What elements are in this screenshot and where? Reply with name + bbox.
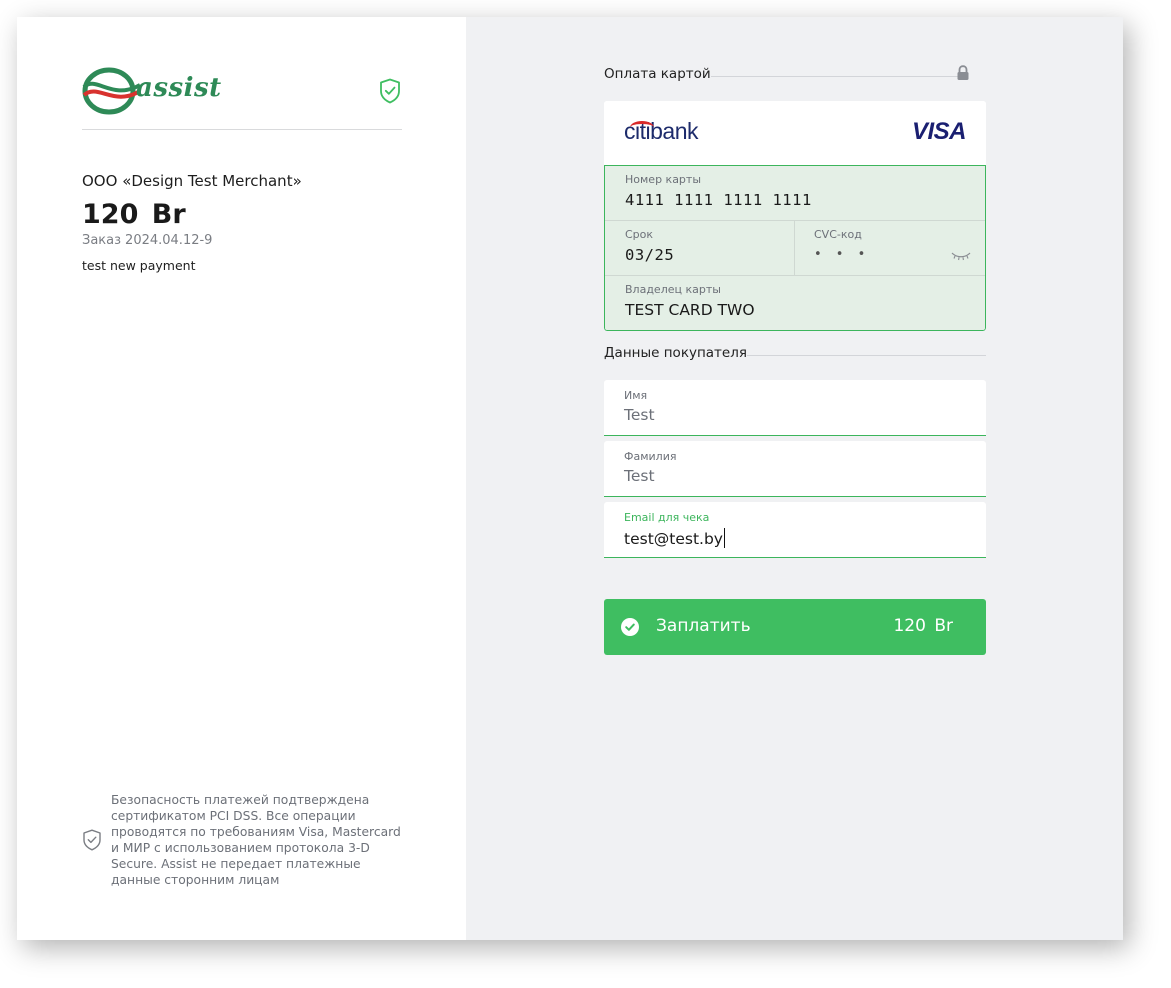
check-circle-icon: [621, 618, 639, 636]
first-name-value: Test: [624, 406, 655, 424]
card-section-title: Оплата картой: [604, 66, 711, 82]
order-description: test new payment: [82, 258, 196, 273]
lock-icon: [956, 65, 970, 81]
expiry-value: 03/25: [625, 246, 675, 264]
cvc-label: CVC-код: [814, 228, 862, 241]
card-fields: Номер карты 4111 1111 1111 1111 Срок 03/…: [604, 165, 986, 331]
bank-logo: citibank: [624, 118, 698, 145]
cvc-field[interactable]: CVC-код • • •: [795, 221, 985, 275]
card-number-value: 4111 1111 1111 1111: [625, 191, 812, 209]
card-brand-logo: VISA: [911, 118, 967, 145]
order-label: Заказ: [82, 233, 122, 248]
text-caret: [723, 528, 725, 548]
expiry-label: Срок: [625, 228, 654, 241]
cvc-value: • • •: [814, 247, 871, 262]
pay-button-amount: 120 Br: [893, 616, 953, 636]
pay-button[interactable]: Заплатить 120 Br: [604, 599, 986, 655]
card-header: citibank VISA: [604, 101, 986, 165]
last-name-field[interactable]: Фамилия Test: [604, 441, 986, 497]
cardholder-label: Владелец карты: [625, 283, 721, 296]
order-number-value: 2024.04.12-9: [125, 233, 213, 248]
last-name-label: Фамилия: [624, 450, 677, 463]
order-panel: assist ООО «Design Test Merchant» 120 Br…: [17, 17, 466, 940]
logo-text: assist: [136, 73, 222, 103]
order-number: Заказ 2024.04.12-9: [82, 233, 212, 248]
first-name-label: Имя: [624, 389, 648, 402]
pay-button-label: Заплатить: [656, 616, 751, 636]
order-amount: 120 Br: [82, 199, 186, 230]
expiry-field[interactable]: Срок 03/25: [605, 221, 793, 275]
security-text: Безопасность платежей подтверждена серти…: [111, 793, 401, 887]
card-number-label: Номер карты: [625, 173, 702, 186]
merchant-name: ООО «Design Test Merchant»: [82, 172, 302, 190]
shield-check-icon: [379, 78, 401, 104]
email-input-value: test@test.by: [624, 528, 725, 548]
security-note: Безопасность платежей подтверждена серти…: [82, 792, 412, 892]
last-name-value: Test: [624, 467, 655, 485]
cardholder-value: TEST CARD TWO: [625, 301, 755, 319]
cardholder-field[interactable]: Владелец карты TEST CARD TWO: [605, 276, 985, 330]
eye-closed-icon[interactable]: [951, 246, 971, 261]
email-field[interactable]: Email для чека test@test.by: [604, 502, 986, 558]
first-name-field[interactable]: Имя Test: [604, 380, 986, 436]
bank-card-form: citibank VISA Номер карты 4111 1111 1111…: [604, 101, 986, 331]
email-value: test@test.by: [624, 530, 723, 548]
section-divider: [711, 76, 963, 77]
buyer-section-title: Данные покупателя: [604, 345, 747, 361]
email-label: Email для чека: [624, 511, 710, 524]
divider: [82, 129, 402, 130]
card-number-field[interactable]: Номер карты 4111 1111 1111 1111: [605, 166, 985, 220]
section-divider: [747, 355, 986, 356]
assist-logo: assist: [82, 67, 221, 115]
shield-check-icon: [82, 829, 102, 851]
